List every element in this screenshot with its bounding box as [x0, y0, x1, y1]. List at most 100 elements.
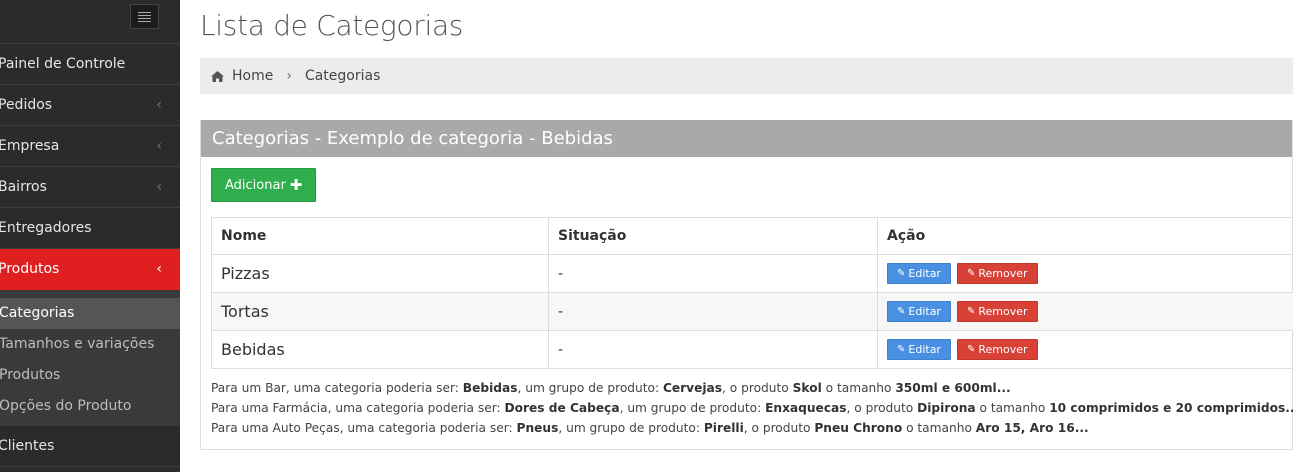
- examples-notes: Para um Bar, uma categoria poderia ser: …: [211, 378, 1293, 438]
- add-button-label: Adicionar: [225, 177, 286, 193]
- remove-label: Remover: [978, 343, 1028, 356]
- note-bold: Pneus: [516, 421, 559, 435]
- sidebar-item-label: Empresa: [0, 138, 60, 154]
- sidebar-item-produtos[interactable]: Produtos ‹: [0, 249, 180, 290]
- remove-button[interactable]: ✎ Remover: [956, 263, 1038, 284]
- cell-acao: ✎ Editar ✎ Remover: [877, 292, 1293, 331]
- edit-button[interactable]: ✎ Editar: [887, 339, 951, 360]
- note-bold: Pneu Chrono: [814, 421, 903, 435]
- note-text: o tamanho: [902, 421, 976, 435]
- edit-label: Editar: [908, 305, 941, 318]
- submenu-item-tamanhos[interactable]: Tamanhos e variações: [0, 329, 180, 360]
- main-content: Lista de Categorias Home › Categorias Ca…: [200, 0, 1293, 472]
- example-line-bar: Para um Bar, uma categoria poderia ser: …: [211, 378, 1292, 398]
- sidebar: Painel de Controle Pedidos ‹ Empresa ‹ Bai…: [0, 0, 180, 472]
- sidebar-item-pedidos[interactable]: Pedidos ‹: [0, 85, 180, 126]
- breadcrumb-home-link[interactable]: Home: [232, 68, 273, 84]
- panel-heading: Categorias - Exemplo de categoria - Bebi…: [201, 120, 1292, 157]
- table-row: Bebidas - ✎ Editar ✎ Remover: [211, 330, 1293, 369]
- home-icon: [211, 70, 224, 82]
- edit-button[interactable]: ✎ Editar: [887, 263, 951, 284]
- note-text: , um grupo de produto:: [558, 421, 704, 435]
- sidebar-item-label: Entregadores: [0, 220, 92, 236]
- note-bold: Bebidas: [462, 381, 518, 395]
- cell-situacao: -: [548, 330, 878, 369]
- breadcrumb-separator: ›: [286, 68, 292, 84]
- edit-label: Editar: [908, 343, 941, 356]
- cell-nome: Bebidas: [211, 330, 549, 369]
- note-bold: 350ml e 600ml...: [895, 381, 1011, 395]
- produtos-submenu: Categorias Tamanhos e variações Produtos…: [0, 290, 180, 426]
- cell-acao: ✎ Editar ✎ Remover: [877, 254, 1293, 293]
- note-text: , um grupo de produto:: [619, 401, 766, 415]
- page-title: Lista de Categorias: [200, 9, 464, 42]
- note-text: , o produto: [846, 401, 918, 415]
- cell-situacao: -: [548, 292, 878, 331]
- note-bold: Dores de Cabeça: [504, 401, 620, 415]
- note-bold: 10 comprimidos e 20 comprimidos...: [1049, 401, 1293, 415]
- remove-button[interactable]: ✎ Remover: [956, 301, 1038, 322]
- note-bold: Cervejas: [662, 381, 723, 395]
- edit-icon: ✎: [966, 344, 976, 355]
- table-row: Tortas - ✎ Editar ✎ Remover: [211, 292, 1293, 331]
- sidebar-header: [0, 0, 180, 44]
- breadcrumb: Home › Categorias: [200, 58, 1293, 94]
- chevron-left-icon: ‹: [156, 179, 162, 195]
- chevron-left-icon: ‹: [156, 261, 162, 277]
- note-bold: Aro 15, Aro 16...: [975, 421, 1089, 435]
- sidebar-item-bairros[interactable]: Bairros ‹: [0, 167, 180, 208]
- categories-table: Nome Situação Ação Pizzas - ✎ Editar ✎ Remo…: [211, 217, 1293, 369]
- sidebar-item-entregadores[interactable]: Entregadores: [0, 208, 180, 249]
- header-acao: Ação: [877, 217, 1293, 255]
- note-text: Para uma Auto Peças, uma categoria poder…: [211, 421, 517, 435]
- cell-nome: Tortas: [211, 292, 549, 331]
- note-text: , um grupo de produto:: [517, 381, 663, 395]
- table-header-row: Nome Situação Ação: [211, 217, 1293, 255]
- edit-icon: ✎: [897, 268, 906, 279]
- cell-situacao: -: [548, 254, 878, 293]
- note-bold: Skol: [792, 381, 822, 395]
- sidebar-item-empresa[interactable]: Empresa ‹: [0, 126, 180, 167]
- sidebar-item-label: Painel de Controle: [0, 56, 126, 72]
- note-bold: Dipirona: [917, 401, 976, 415]
- note-text: , o produto: [722, 381, 793, 395]
- edit-icon: ✎: [966, 306, 976, 317]
- plus-icon: ✚: [289, 176, 303, 194]
- note-text: o tamanho: [821, 381, 896, 395]
- edit-icon: ✎: [897, 306, 906, 317]
- cell-acao: ✎ Editar ✎ Remover: [877, 330, 1293, 369]
- note-bold: Pirelli: [703, 421, 744, 435]
- edit-button[interactable]: ✎ Editar: [887, 301, 951, 322]
- chevron-left-icon: ‹: [156, 97, 162, 113]
- remove-label: Remover: [978, 305, 1028, 318]
- sidebar-item-label: Produtos: [0, 261, 60, 277]
- remove-label: Remover: [978, 267, 1028, 280]
- note-text: Para um Bar, uma categoria poderia ser:: [211, 381, 463, 395]
- sidebar-item-painel[interactable]: Painel de Controle: [0, 44, 180, 85]
- note-text: o tamanho: [975, 401, 1050, 415]
- submenu-item-opcoes[interactable]: Opções do Produto: [0, 391, 180, 422]
- note-bold: Enxaquecas: [765, 401, 847, 415]
- note-text: , o produto: [743, 421, 815, 435]
- cell-nome: Pizzas: [211, 254, 549, 293]
- example-line-autopecas: Para uma Auto Peças, uma categoria poder…: [211, 418, 1292, 438]
- edit-label: Editar: [908, 267, 941, 280]
- edit-icon: ✎: [966, 268, 976, 279]
- menu-toggle-icon[interactable]: [130, 4, 159, 29]
- sidebar-item-label: Clientes: [0, 438, 55, 454]
- sidebar-item-label: Bairros: [0, 179, 47, 195]
- sidebar-item-label: Pedidos: [0, 97, 53, 113]
- example-line-farmacia: Para uma Farmácia, uma categoria poderia…: [211, 398, 1293, 418]
- submenu-item-produtos[interactable]: Produtos: [0, 360, 180, 391]
- breadcrumb-current: Categorias: [304, 68, 381, 84]
- sidebar-item-clientes[interactable]: Clientes: [0, 426, 180, 467]
- add-button[interactable]: Adicionar ✚: [211, 168, 317, 202]
- header-nome[interactable]: Nome: [211, 217, 549, 255]
- categories-panel: Categorias - Exemplo de categoria - Bebi…: [200, 120, 1293, 450]
- edit-icon: ✎: [897, 344, 906, 355]
- chevron-left-icon: ‹: [156, 138, 162, 154]
- remove-button[interactable]: ✎ Remover: [956, 339, 1038, 360]
- header-situacao[interactable]: Situação: [548, 217, 878, 255]
- submenu-item-categorias[interactable]: Categorias: [0, 298, 180, 329]
- note-text: Para uma Farmácia, uma categoria poderia…: [211, 401, 505, 415]
